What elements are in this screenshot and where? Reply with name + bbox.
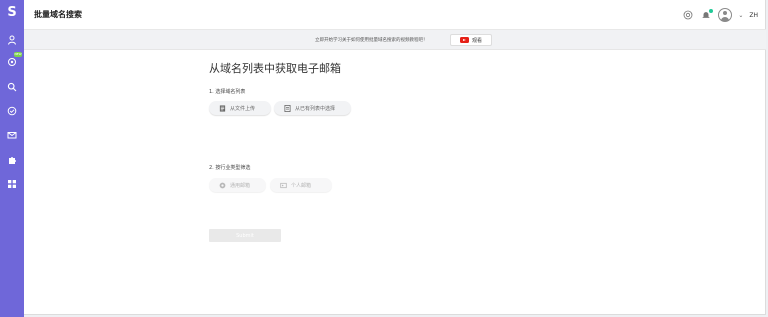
personal-email-label: 个人邮箱 [291,182,312,189]
puzzle-icon[interactable] [6,154,18,166]
app-logo[interactable]: S [0,0,24,24]
banner-text: 立即开始学习关于如何使用批量域名搜索的视频教程吧！ [315,38,428,43]
list-icon [284,104,291,112]
language-selector[interactable]: ZH [749,12,758,19]
personal-email-option[interactable]: 个人邮箱 [270,178,332,192]
main-window: 批量域名搜索 ⌄ ZH 立即开始学习关于如何使用批量域名搜索的视频教程吧！ 观看… [24,0,766,315]
check-circle-icon[interactable] [6,105,18,117]
submit-button[interactable]: Submit [209,229,281,242]
step1-label: 1. 选择域名列表 [209,89,246,95]
top-bar: 批量域名搜索 ⌄ ZH [24,0,766,30]
sidebar: S NEW [0,0,24,317]
tutorial-banner: 立即开始学习关于如何使用批量域名搜索的视频教程吧！ 观看 [24,30,766,50]
choose-list-button[interactable]: 从已有列表中选择 [274,101,351,115]
watch-label: 观看 [471,37,482,44]
bell-icon[interactable] [700,9,714,21]
choose-list-label: 从已有列表中选择 [295,105,336,112]
settings-icon[interactable] [6,56,18,68]
person-icon[interactable] [6,34,18,46]
watch-button[interactable]: 观看 [450,34,492,46]
upload-file-label: 从文件上传 [230,105,256,112]
chevron-down-icon[interactable]: ⌄ [738,12,743,19]
youtube-icon [459,37,469,43]
step2-label: 2. 按行业类型筛选 [209,165,251,171]
generic-email-label: 通用邮箱 [230,182,251,189]
mail-icon[interactable] [6,129,18,141]
upload-file-button[interactable]: 从文件上传 [209,101,271,115]
grid-icon[interactable] [6,178,18,190]
generic-email-option[interactable]: 通用邮箱 [209,178,266,192]
page-heading: 批量域名搜索 [34,10,82,19]
top-right-controls: ⌄ ZH [682,6,758,24]
search-icon[interactable] [6,81,18,93]
file-icon [219,104,226,112]
globe-icon [219,182,226,188]
new-badge: NEW [14,52,22,57]
help-icon[interactable] [682,9,694,21]
avatar[interactable] [718,8,733,22]
page-title: 从域名列表中获取电子邮箱 [209,62,341,75]
user-card-icon [280,182,287,188]
notification-dot [709,9,714,13]
